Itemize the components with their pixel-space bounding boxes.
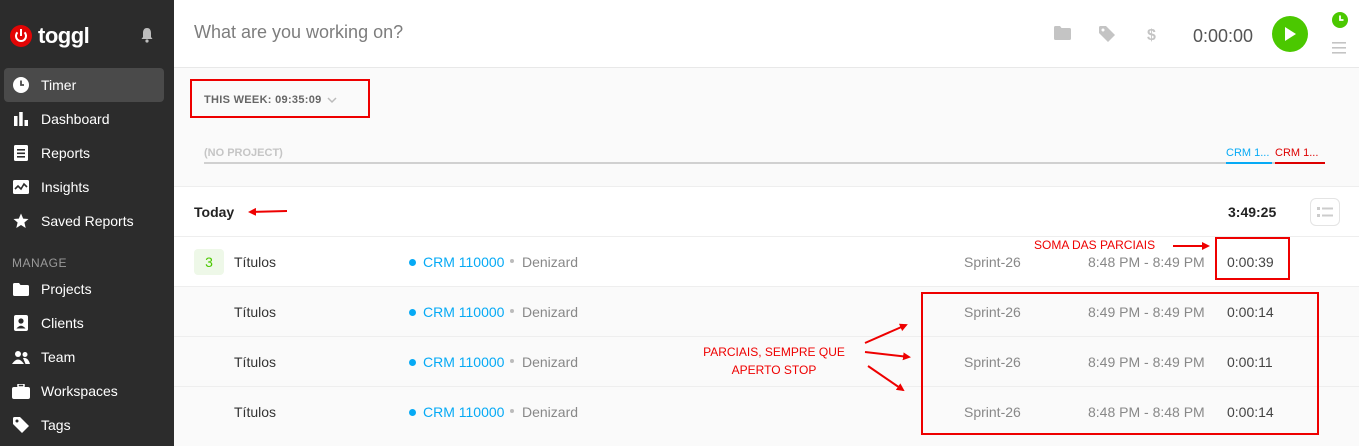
sidebar-item-label: Team bbox=[41, 349, 76, 365]
project-share-segment bbox=[1226, 162, 1272, 164]
sidebar-item-workspaces[interactable]: Workspaces bbox=[4, 374, 164, 408]
entry-description[interactable]: Títulos bbox=[234, 404, 276, 420]
separator-dot bbox=[510, 309, 514, 313]
sidebar-item-label: Dashboard bbox=[41, 111, 110, 127]
entry-project[interactable]: CRM 110000 bbox=[423, 254, 504, 270]
project-share-label: CRM 1... bbox=[1275, 147, 1319, 159]
no-project-label: (NO PROJECT) bbox=[204, 147, 283, 159]
sidebar-item-reports[interactable]: Reports bbox=[4, 136, 164, 170]
project-share-bar bbox=[204, 162, 1325, 164]
project-color-dot bbox=[409, 359, 416, 366]
toggl-logo[interactable]: toggl bbox=[10, 23, 90, 49]
entry-project[interactable]: CRM 110000 bbox=[423, 354, 504, 370]
bar-chart-icon bbox=[12, 110, 30, 128]
list-view-toggle[interactable] bbox=[1310, 198, 1340, 226]
timer-bar: $ 0:00:00 bbox=[174, 0, 1359, 68]
annotation-soma-label: SOMA DAS PARCIAIS bbox=[1034, 238, 1156, 252]
project-share-segment bbox=[1275, 162, 1325, 164]
separator-dot bbox=[510, 409, 514, 413]
entry-time-range[interactable]: 8:48 PM - 8:49 PM bbox=[1088, 254, 1205, 270]
brand-name: toggl bbox=[38, 23, 90, 48]
sidebar-item-label: Timer bbox=[41, 77, 77, 93]
sidebar-item-projects[interactable]: Projects bbox=[4, 272, 164, 306]
manage-section-label: MANAGE bbox=[12, 256, 68, 270]
sidebar-item-tags[interactable]: Tags bbox=[4, 408, 164, 442]
start-button[interactable] bbox=[1272, 16, 1308, 52]
entry-description[interactable]: Títulos bbox=[234, 304, 276, 320]
entry-count-badge[interactable]: 3 bbox=[194, 249, 224, 275]
sidebar-item-label: Reports bbox=[41, 145, 91, 161]
bell-icon[interactable] bbox=[140, 27, 154, 43]
annotation-parciais-line: PARCIAIS, SEMPRE QUE bbox=[703, 345, 845, 359]
entry-client: Denizard bbox=[522, 404, 579, 420]
day-title: Today bbox=[194, 204, 235, 220]
sidebar-nav: Timer Dashboard Reports Insights Saved R… bbox=[0, 68, 174, 442]
timer-display: 0:00:00 bbox=[1193, 26, 1254, 46]
sidebar-item-label: Tags bbox=[41, 417, 71, 433]
star-icon bbox=[12, 212, 30, 230]
entry-description[interactable]: Títulos bbox=[234, 354, 276, 370]
description-input[interactable] bbox=[194, 22, 794, 43]
entry-project[interactable]: CRM 110000 bbox=[423, 404, 504, 420]
sidebar-item-team[interactable]: Team bbox=[4, 340, 164, 374]
briefcase-icon bbox=[12, 382, 30, 400]
power-icon bbox=[10, 25, 32, 47]
entry-client: Denizard bbox=[522, 354, 579, 370]
entry-client: Denizard bbox=[522, 304, 579, 320]
annotation-box-week bbox=[190, 79, 370, 118]
dollar-icon[interactable]: $ bbox=[1147, 26, 1158, 43]
sidebar-item-label: Saved Reports bbox=[41, 213, 134, 229]
tag-icon bbox=[12, 416, 30, 434]
document-icon bbox=[12, 144, 30, 162]
annotation-box-total bbox=[1215, 237, 1290, 280]
entry-client: Denizard bbox=[522, 254, 579, 270]
separator-dot bbox=[510, 259, 514, 263]
svg-text:$: $ bbox=[1147, 27, 1156, 43]
menu-icon[interactable] bbox=[1332, 42, 1346, 54]
sidebar-item-saved-reports[interactable]: Saved Reports bbox=[4, 204, 164, 238]
annotation-parciais-line: APERTO STOP bbox=[731, 363, 817, 377]
sidebar: toggl Timer Dashboard Reports Insights S… bbox=[0, 0, 174, 446]
sidebar-item-label: Workspaces bbox=[41, 383, 118, 399]
list-icon bbox=[1317, 207, 1333, 217]
entry-tag[interactable]: Sprint-26 bbox=[964, 254, 1021, 270]
client-icon bbox=[12, 314, 30, 332]
project-share-label: CRM 1... bbox=[1226, 147, 1270, 159]
clock-icon[interactable] bbox=[1332, 12, 1348, 28]
sidebar-item-timer[interactable]: Timer bbox=[4, 68, 164, 102]
day-total: 3:49:25 bbox=[1228, 204, 1277, 220]
folder-icon[interactable] bbox=[1054, 26, 1071, 40]
sidebar-item-dashboard[interactable]: Dashboard bbox=[4, 102, 164, 136]
sidebar-item-clients[interactable]: Clients bbox=[4, 306, 164, 340]
sidebar-item-label: Insights bbox=[41, 179, 90, 195]
project-color-dot bbox=[409, 259, 416, 266]
sidebar-item-insights[interactable]: Insights bbox=[4, 170, 164, 204]
entry-project[interactable]: CRM 110000 bbox=[423, 304, 504, 320]
clock-icon bbox=[12, 76, 30, 94]
insights-icon bbox=[12, 178, 30, 196]
day-group-header: Today 3:49:25 bbox=[174, 186, 1359, 236]
time-entry-group-row[interactable]: 3 Títulos CRM 110000 Denizard Sprint-26 … bbox=[174, 236, 1359, 286]
entry-description[interactable]: Títulos bbox=[234, 254, 276, 270]
project-color-dot bbox=[409, 309, 416, 316]
separator-dot bbox=[510, 359, 514, 363]
team-icon bbox=[12, 348, 30, 366]
annotation-box-partials bbox=[921, 292, 1319, 435]
sidebar-item-label: Clients bbox=[41, 315, 84, 331]
folder-icon bbox=[12, 280, 30, 298]
tag-icon[interactable] bbox=[1099, 26, 1115, 42]
annotation-parciais-label: PARCIAIS, SEMPRE QUE APERTO STOP bbox=[690, 343, 858, 379]
play-icon bbox=[1285, 27, 1296, 41]
sidebar-item-label: Projects bbox=[41, 281, 92, 297]
project-color-dot bbox=[409, 409, 416, 416]
